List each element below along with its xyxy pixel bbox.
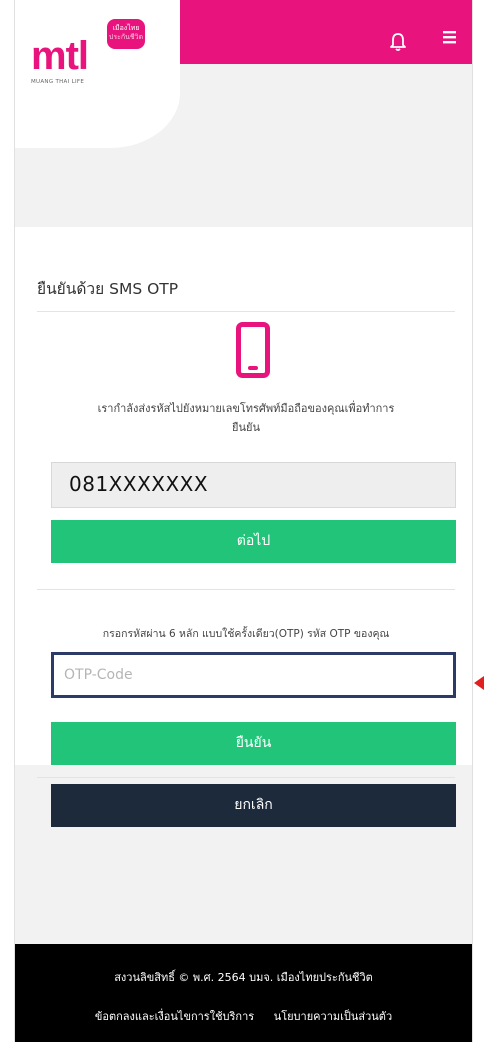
otp-instruction: กรอกรหัสผ่าน 6 หลัก แบบใช้ครั้งเดียว(OTP… — [102, 628, 390, 640]
section-divider — [37, 589, 455, 590]
confirm-button[interactable]: ยืนยัน — [51, 722, 456, 765]
title-divider — [37, 311, 455, 312]
footer: สงวนลิขสิทธิ์ © พ.ศ. 2564 บมจ. เมืองไทยป… — [15, 944, 472, 1042]
logo-badge-line1: เมืองไทย — [112, 24, 140, 32]
brand-logo[interactable]: mtl เมืองไทย ประกันชีวิต MUANG THAI LIFE — [15, 0, 180, 148]
privacy-link[interactable]: นโยบายความเป็นส่วนตัว — [274, 1010, 392, 1023]
logo-badge-line2: ประกันชีวิต — [108, 33, 144, 41]
send-code-message-line1: เรากำลังส่งรหัสไปยังหมายเลขโทรศัพท์มือถื… — [97, 402, 395, 415]
copyright-text: สงวนลิขสิทธิ์ © พ.ศ. 2564 บมจ. เมืองไทยป… — [114, 971, 373, 984]
otp-code-input[interactable] — [51, 652, 456, 698]
phone-number-field: 081XXXXXXX — [51, 462, 456, 508]
mobile-phone-icon — [236, 322, 270, 378]
menu-icon[interactable] — [441, 29, 459, 47]
cancel-button[interactable]: ยกเลิก — [51, 784, 456, 827]
send-code-message: เรากำลังส่งรหัสไปยังหมายเลขโทรศัพท์มือถื… — [37, 399, 455, 437]
logo-wordmark: mtl — [31, 34, 89, 78]
annotation-arrow — [474, 676, 484, 690]
page-title: ยืนยันด้วย SMS OTP — [37, 280, 179, 298]
next-button[interactable]: ต่อไป — [51, 520, 456, 563]
logo-tagline: MUANG THAI LIFE — [31, 79, 85, 85]
logo-badge: เมืองไทย ประกันชีวิต — [107, 19, 145, 49]
bell-icon[interactable] — [386, 29, 410, 53]
app-frame: mtl เมืองไทย ประกันชีวิต MUANG THAI LIFE… — [14, 0, 473, 1042]
send-code-message-line2: ยืนยัน — [232, 421, 260, 434]
terms-link[interactable]: ข้อตกลงและเงื่อนไขการใช้บริการ — [95, 1010, 254, 1023]
button-divider — [37, 777, 455, 778]
otp-verification-card: ยืนยันด้วย SMS OTP เรากำลังส่งรหัสไปยังห… — [15, 227, 472, 827]
footer-links: ข้อตกลงและเงื่อนไขการใช้บริการ นโยบายควา… — [15, 1007, 472, 1025]
